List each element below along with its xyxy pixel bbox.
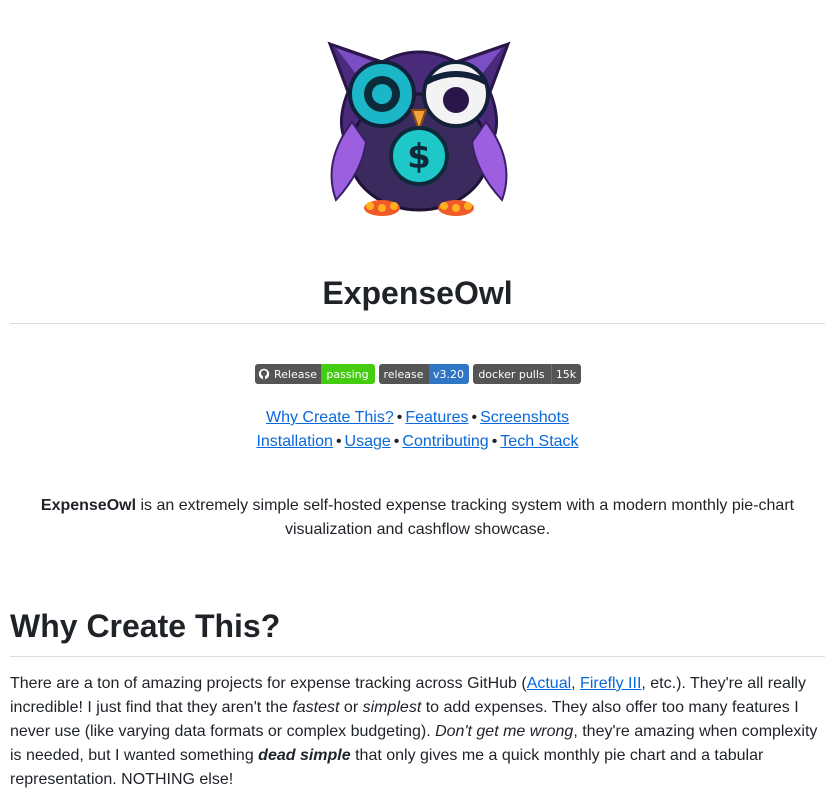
- intro-paragraph: ExpenseOwl is an extremely simple self-h…: [30, 494, 805, 542]
- badge-label: release: [378, 364, 429, 384]
- page-title: ExpenseOwl: [322, 275, 513, 311]
- nav-separator: •: [335, 433, 342, 450]
- svg-text:$: $: [407, 137, 431, 177]
- badge-value: 15k: [550, 364, 581, 384]
- badge-value: v3.20: [428, 364, 469, 384]
- release-status-badge[interactable]: Release passing: [254, 364, 375, 384]
- nav-row-2: Installation • Usage • Contributing • Tech Sta…: [0, 430, 835, 454]
- intro-product-name: ExpenseOwl: [40, 497, 137, 514]
- para-text: ,: [571, 675, 581, 692]
- nav-link-tech-stack[interactable]: Tech Stack: [500, 433, 578, 450]
- emphasis-dead-simple: dead simple: [258, 747, 351, 764]
- badge-value: passing: [320, 364, 375, 384]
- title-divider: [10, 323, 825, 324]
- section-heading-why-create-this: Why Create This?: [10, 608, 281, 644]
- emphasis-fastest: fastest: [292, 699, 340, 716]
- nav-link-features[interactable]: Features: [405, 409, 468, 426]
- para-text: There are a ton of amazing projects for …: [10, 675, 527, 692]
- release-version-badge[interactable]: release v3.20: [378, 364, 469, 384]
- intro-text: is an extremely simple self-hosted expen…: [136, 497, 795, 538]
- nav-separator: •: [396, 409, 403, 426]
- link-firefly-iii[interactable]: Firefly III: [580, 675, 641, 692]
- link-actual[interactable]: Actual: [527, 675, 571, 692]
- nav-link-why-create-this[interactable]: Why Create This?: [266, 409, 394, 426]
- nav-link-installation[interactable]: Installation: [256, 433, 333, 450]
- para-text: or: [339, 699, 363, 716]
- nav-row-1: Why Create This? • Features • Screenshots: [0, 406, 835, 430]
- section-divider: [10, 656, 825, 657]
- nav-separator: •: [393, 433, 400, 450]
- nav-link-contributing[interactable]: Contributing: [402, 433, 488, 450]
- badge-row: Release passing release v3.20 docker pul…: [0, 364, 835, 384]
- docker-pulls-badge[interactable]: docker pulls 15k: [472, 364, 581, 384]
- github-icon: [258, 368, 270, 380]
- nav-separator: •: [471, 409, 478, 426]
- emphasis-dont-get-me-wrong: Don't get me wrong: [435, 723, 574, 740]
- nav-link-usage[interactable]: Usage: [345, 433, 391, 450]
- badge-label: Release: [274, 367, 317, 381]
- owl-dollar-logo-icon: $: [327, 41, 511, 216]
- nav-link-screenshots[interactable]: Screenshots: [480, 409, 569, 426]
- emphasis-simplest: simplest: [362, 699, 422, 716]
- nav-separator: •: [491, 433, 498, 450]
- badge-label: docker pulls: [472, 364, 551, 384]
- why-paragraph: There are a ton of amazing projects for …: [10, 672, 825, 792]
